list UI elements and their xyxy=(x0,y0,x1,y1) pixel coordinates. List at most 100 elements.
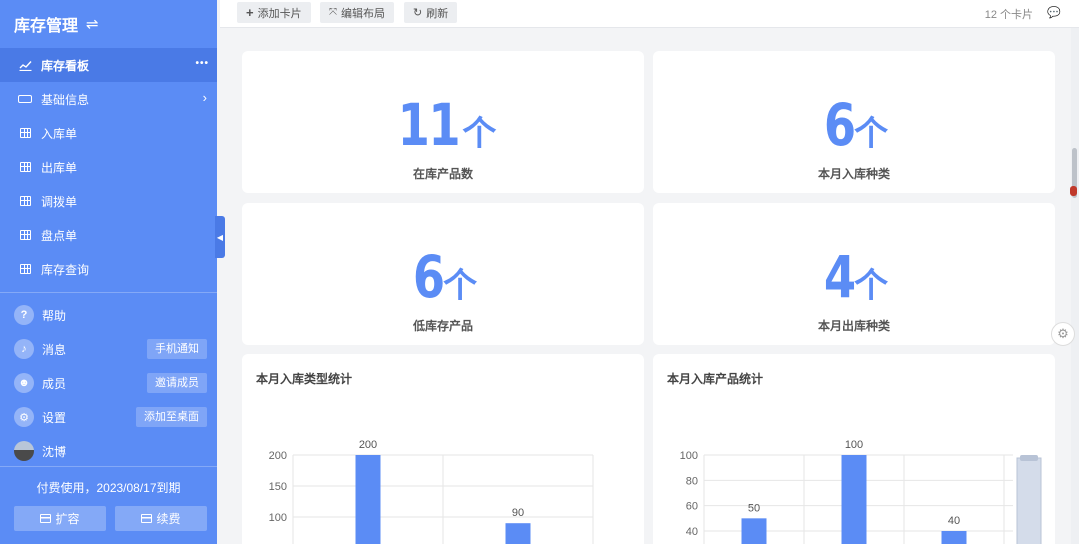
inbound-type-chart-card: 本月入库类型统计 100 150 200 200 90 xyxy=(242,354,644,544)
y-tick-label: 100 xyxy=(680,450,698,462)
expand-icon: ⤧ xyxy=(329,7,337,18)
util-messages[interactable]: ♪ 消息 手机通知 xyxy=(0,332,217,366)
help-icon: ? xyxy=(14,305,34,325)
bar xyxy=(741,518,767,544)
more-icon[interactable]: ••• xyxy=(195,58,209,69)
data-label: 100 xyxy=(845,439,863,451)
nav-item-stocktake[interactable]: 盘点单 xyxy=(0,218,217,252)
app-title-text: 库存管理 xyxy=(14,18,79,35)
add-card-label: 添加卡片 xyxy=(257,7,302,20)
stat-card[interactable]: 6个 本月入库种类 xyxy=(653,51,1055,193)
sidebar-divider xyxy=(0,292,217,293)
settings-float-icon[interactable]: ⚙ xyxy=(1051,322,1075,346)
util-user[interactable]: 沈博 xyxy=(0,434,217,468)
nav-label: 基础信息 xyxy=(41,92,90,107)
stat-label: 低库存产品 xyxy=(412,319,473,333)
comment-icon[interactable]: 💬 xyxy=(1047,6,1061,19)
line-chart-icon xyxy=(18,58,32,72)
nav-item-transfer[interactable]: 调拨单 xyxy=(0,184,217,218)
stat-label: 本月入库种类 xyxy=(817,167,890,181)
credit-card-icon xyxy=(141,514,153,523)
nav-label: 调拨单 xyxy=(41,194,78,209)
stat-value: 11 个 xyxy=(397,91,497,159)
nav-label: 出库单 xyxy=(41,160,78,175)
main-nav: 库存看板 ••• 基础信息 › 入库单 出库单 调拨单 盘点单 库存查询 xyxy=(0,48,217,286)
nav-item-inbound[interactable]: 入库单 xyxy=(0,116,217,150)
collapse-sidebar-button[interactable]: ◀ xyxy=(215,216,225,258)
util-members[interactable]: ☻ 成员 邀请成员 xyxy=(0,366,217,400)
members-icon: ☻ xyxy=(14,373,34,393)
y-tick-label: 100 xyxy=(269,512,287,524)
vertical-scrollbar[interactable] xyxy=(1070,28,1079,544)
edit-layout-label: 编辑布局 xyxy=(341,7,385,20)
table-icon xyxy=(18,160,32,174)
util-label: 设置 xyxy=(42,410,67,425)
y-tick-label: 40 xyxy=(686,526,698,538)
utility-nav: ? 帮助 ♪ 消息 手机通知 ☻ 成员 邀请成员 ⚙ 设置 添加至桌面 沈博 xyxy=(0,298,217,468)
invite-member-button[interactable]: 邀请成员 xyxy=(147,373,207,393)
subscription-actions: 扩容 续费 xyxy=(14,506,207,531)
refresh-button[interactable]: ↻ 刷新 xyxy=(404,2,458,23)
rectangle-icon xyxy=(18,92,32,106)
refresh-icon: ↻ xyxy=(413,7,423,19)
stat-card[interactable]: 4个 本月出库种类 xyxy=(653,203,1055,345)
data-label: 50 xyxy=(748,502,760,514)
expand-button[interactable]: 扩容 xyxy=(14,506,106,531)
credit-card-icon xyxy=(40,514,52,523)
zoom-slider xyxy=(1016,457,1042,544)
nav-label: 盘点单 xyxy=(41,228,78,243)
y-tick-label: 60 xyxy=(686,501,698,513)
data-label: 200 xyxy=(359,439,377,451)
nav-label: 入库单 xyxy=(41,126,78,141)
util-label: 消息 xyxy=(42,342,67,357)
app-title: 库存管理 ⇌ xyxy=(14,12,99,36)
sidebar: 库存管理 ⇌ 库存看板 ••• 基础信息 › 入库单 出库单 调拨单 盘点单 库… xyxy=(0,0,217,544)
mobile-notify-button[interactable]: 手机通知 xyxy=(147,339,207,359)
y-tick-label: 150 xyxy=(269,481,287,493)
table-icon xyxy=(18,228,32,242)
toolbar: + 添加卡片 ⤧ 编辑布局 ↻ 刷新 12 个卡片 💬 xyxy=(220,0,1079,28)
add-card-button[interactable]: + 添加卡片 xyxy=(237,2,311,23)
data-label: 90 xyxy=(512,507,524,519)
add-to-desktop-button[interactable]: 添加至桌面 xyxy=(136,407,207,427)
nav-item-inventory-dashboard[interactable]: 库存看板 ••• xyxy=(0,48,217,82)
stat-label: 在库产品数 xyxy=(412,167,473,181)
refresh-label: 刷新 xyxy=(426,7,449,20)
util-settings[interactable]: ⚙ 设置 添加至桌面 xyxy=(0,400,217,434)
bell-icon: ♪ xyxy=(14,339,34,359)
nav-label: 库存查询 xyxy=(41,262,90,277)
inbound-product-chart: 40 60 80 100 50 100 40 xyxy=(680,439,1042,544)
stat-label: 本月出库种类 xyxy=(817,319,890,333)
inbound-type-chart: 100 150 200 200 90 xyxy=(269,439,594,544)
gear-icon: ⚙ xyxy=(14,407,34,427)
stat-value: 4个 xyxy=(823,243,889,311)
plus-icon: + xyxy=(246,5,254,20)
scroll-marker xyxy=(1070,186,1077,196)
nav-label: 库存看板 xyxy=(41,58,90,73)
renew-label: 续费 xyxy=(156,512,181,526)
nav-item-outbound[interactable]: 出库单 xyxy=(0,150,217,184)
card-count: 12 个卡片 xyxy=(984,9,1033,21)
util-label: 成员 xyxy=(42,376,67,391)
bar xyxy=(841,455,867,544)
util-label: 帮助 xyxy=(42,308,67,323)
avatar xyxy=(14,441,34,461)
user-name: 沈博 xyxy=(42,444,67,459)
sidebar-divider xyxy=(0,466,217,467)
stat-value: 6个 xyxy=(823,91,889,159)
zoom-slider-handle xyxy=(1020,455,1038,461)
edit-layout-button[interactable]: ⤧ 编辑布局 xyxy=(320,2,394,23)
bar xyxy=(941,531,967,544)
nav-item-inventory-query[interactable]: 库存查询 xyxy=(0,252,217,286)
y-tick-label: 200 xyxy=(269,450,287,462)
y-tick-label: 80 xyxy=(686,475,698,487)
stat-card[interactable]: 11 个 在库产品数 xyxy=(242,51,644,193)
stat-card[interactable]: 6个 低库存产品 xyxy=(242,203,644,345)
renew-button[interactable]: 续费 xyxy=(115,506,207,531)
switch-app-icon[interactable]: ⇌ xyxy=(86,15,99,33)
table-icon xyxy=(18,126,32,140)
nav-item-basic-info[interactable]: 基础信息 › xyxy=(0,82,217,116)
table-icon xyxy=(18,262,32,276)
bar xyxy=(505,523,531,544)
util-help[interactable]: ? 帮助 xyxy=(0,298,217,332)
